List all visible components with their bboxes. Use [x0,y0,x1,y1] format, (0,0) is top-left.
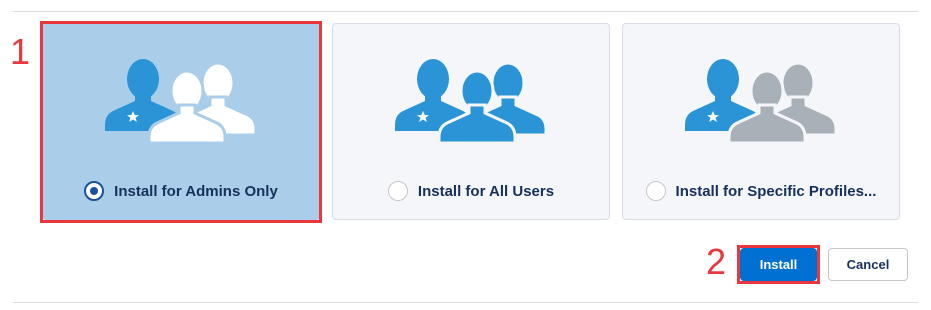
option-card-all-users[interactable]: Install for All Users [332,23,610,220]
admin-users-illustration [43,59,319,159]
radio-option-admins-only[interactable]: Install for Admins Only [43,181,319,201]
option-label-all-users: Install for All Users [417,182,555,200]
users-group-icon [105,59,258,143]
all-users-illustration [333,59,609,159]
top-divider [13,11,918,12]
option-card-specific-profiles[interactable]: Install for Specific Profiles... [622,23,900,220]
specific-profiles-illustration [623,59,899,159]
option-card-admins-only[interactable]: Install for Admins Only [42,23,320,220]
radio-option-all-users[interactable]: Install for All Users [333,181,609,201]
radio-button[interactable] [387,181,408,201]
radio-button[interactable] [645,181,666,201]
option-label-admins-only: Install for Admins Only [114,182,278,200]
bottom-divider [13,302,918,303]
step-number-two: 2 [706,241,727,282]
cancel-button[interactable]: Cancel [828,248,908,281]
radio-button-selected[interactable] [84,181,105,201]
option-label-specific-profiles: Install for Specific Profiles... [675,182,877,200]
users-group-icon [685,59,838,143]
users-group-icon [395,59,548,143]
install-button[interactable]: Install [740,248,817,281]
radio-option-specific-profiles[interactable]: Install for Specific Profiles... [623,181,899,201]
step-number-one: 1 [10,31,31,72]
